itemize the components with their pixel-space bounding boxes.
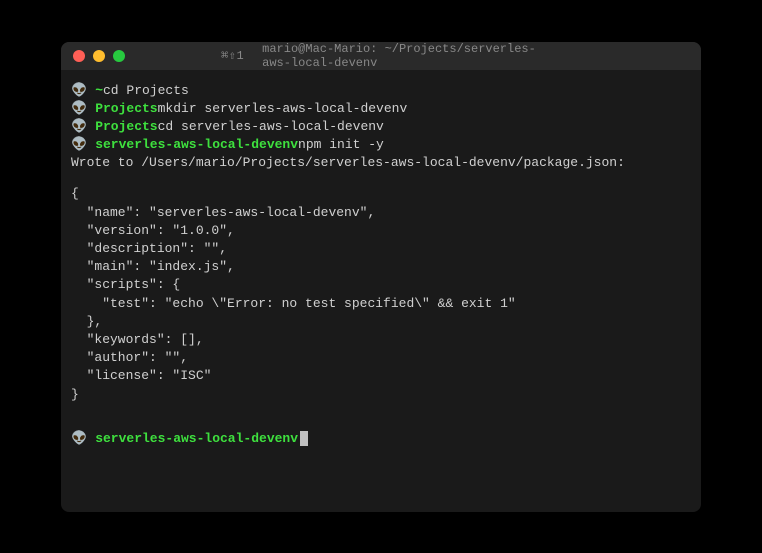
command-text: npm init -y <box>298 136 384 154</box>
output-line: "license": "ISC" <box>71 367 691 385</box>
output-line: Wrote to /Users/mario/Projects/serverles… <box>71 154 691 172</box>
active-prompt[interactable]: 👽 serverles-aws-local-devenv <box>71 430 691 448</box>
terminal-content[interactable]: 👽 ~ cd Projects 👽 Projects mkdir serverl… <box>61 70 701 512</box>
terminal-window: ⌘⇧1 mario@Mac-Mario: ~/Projects/serverle… <box>61 42 701 512</box>
blank-line <box>71 404 691 417</box>
output-line: "version": "1.0.0", <box>71 222 691 240</box>
output-line: } <box>71 386 691 404</box>
output-line: { <box>71 185 691 203</box>
output-line: "scripts": { <box>71 276 691 294</box>
prompt-line: 👽 ~ cd Projects <box>71 82 691 100</box>
prompt-line: 👽 Projects mkdir serverles-aws-local-dev… <box>71 100 691 118</box>
window-title: mario@Mac-Mario: ~/Projects/serverles-aw… <box>262 42 541 70</box>
minimize-button[interactable] <box>93 50 105 62</box>
command-text: cd Projects <box>103 82 189 100</box>
prompt-line: 👽 Projects cd serverles-aws-local-devenv <box>71 118 691 136</box>
title-group: ⌘⇧1 mario@Mac-Mario: ~/Projects/serverle… <box>221 42 541 70</box>
output-line: "description": "", <box>71 240 691 258</box>
command-text: mkdir serverles-aws-local-devenv <box>158 100 408 118</box>
alien-icon: 👽 <box>71 82 87 100</box>
alien-icon: 👽 <box>71 100 87 118</box>
output-line: "test": "echo \"Error: no test specified… <box>71 295 691 313</box>
prompt-line: 👽 serverles-aws-local-devenv npm init -y <box>71 136 691 154</box>
output-line: "main": "index.js", <box>71 258 691 276</box>
prompt-path: ~ <box>95 82 103 100</box>
prompt-path: serverles-aws-local-devenv <box>95 430 298 448</box>
alien-icon: 👽 <box>71 118 87 136</box>
output-line: "author": "", <box>71 349 691 367</box>
prompt-path: Projects <box>95 118 157 136</box>
alien-icon: 👽 <box>71 430 87 448</box>
alien-icon: 👽 <box>71 136 87 154</box>
traffic-lights <box>73 50 125 62</box>
prompt-path: Projects <box>95 100 157 118</box>
maximize-button[interactable] <box>113 50 125 62</box>
command-text: cd serverles-aws-local-devenv <box>158 118 384 136</box>
prompt-path: serverles-aws-local-devenv <box>95 136 298 154</box>
titlebar[interactable]: ⌘⇧1 mario@Mac-Mario: ~/Projects/serverle… <box>61 42 701 70</box>
title-shortcut: ⌘⇧1 <box>221 48 244 63</box>
close-button[interactable] <box>73 50 85 62</box>
output-line: "name": "serverles-aws-local-devenv", <box>71 204 691 222</box>
output-line: "keywords": [], <box>71 331 691 349</box>
blank-line <box>71 417 691 430</box>
cursor <box>300 431 308 446</box>
blank-line <box>71 172 691 185</box>
output-line: }, <box>71 313 691 331</box>
